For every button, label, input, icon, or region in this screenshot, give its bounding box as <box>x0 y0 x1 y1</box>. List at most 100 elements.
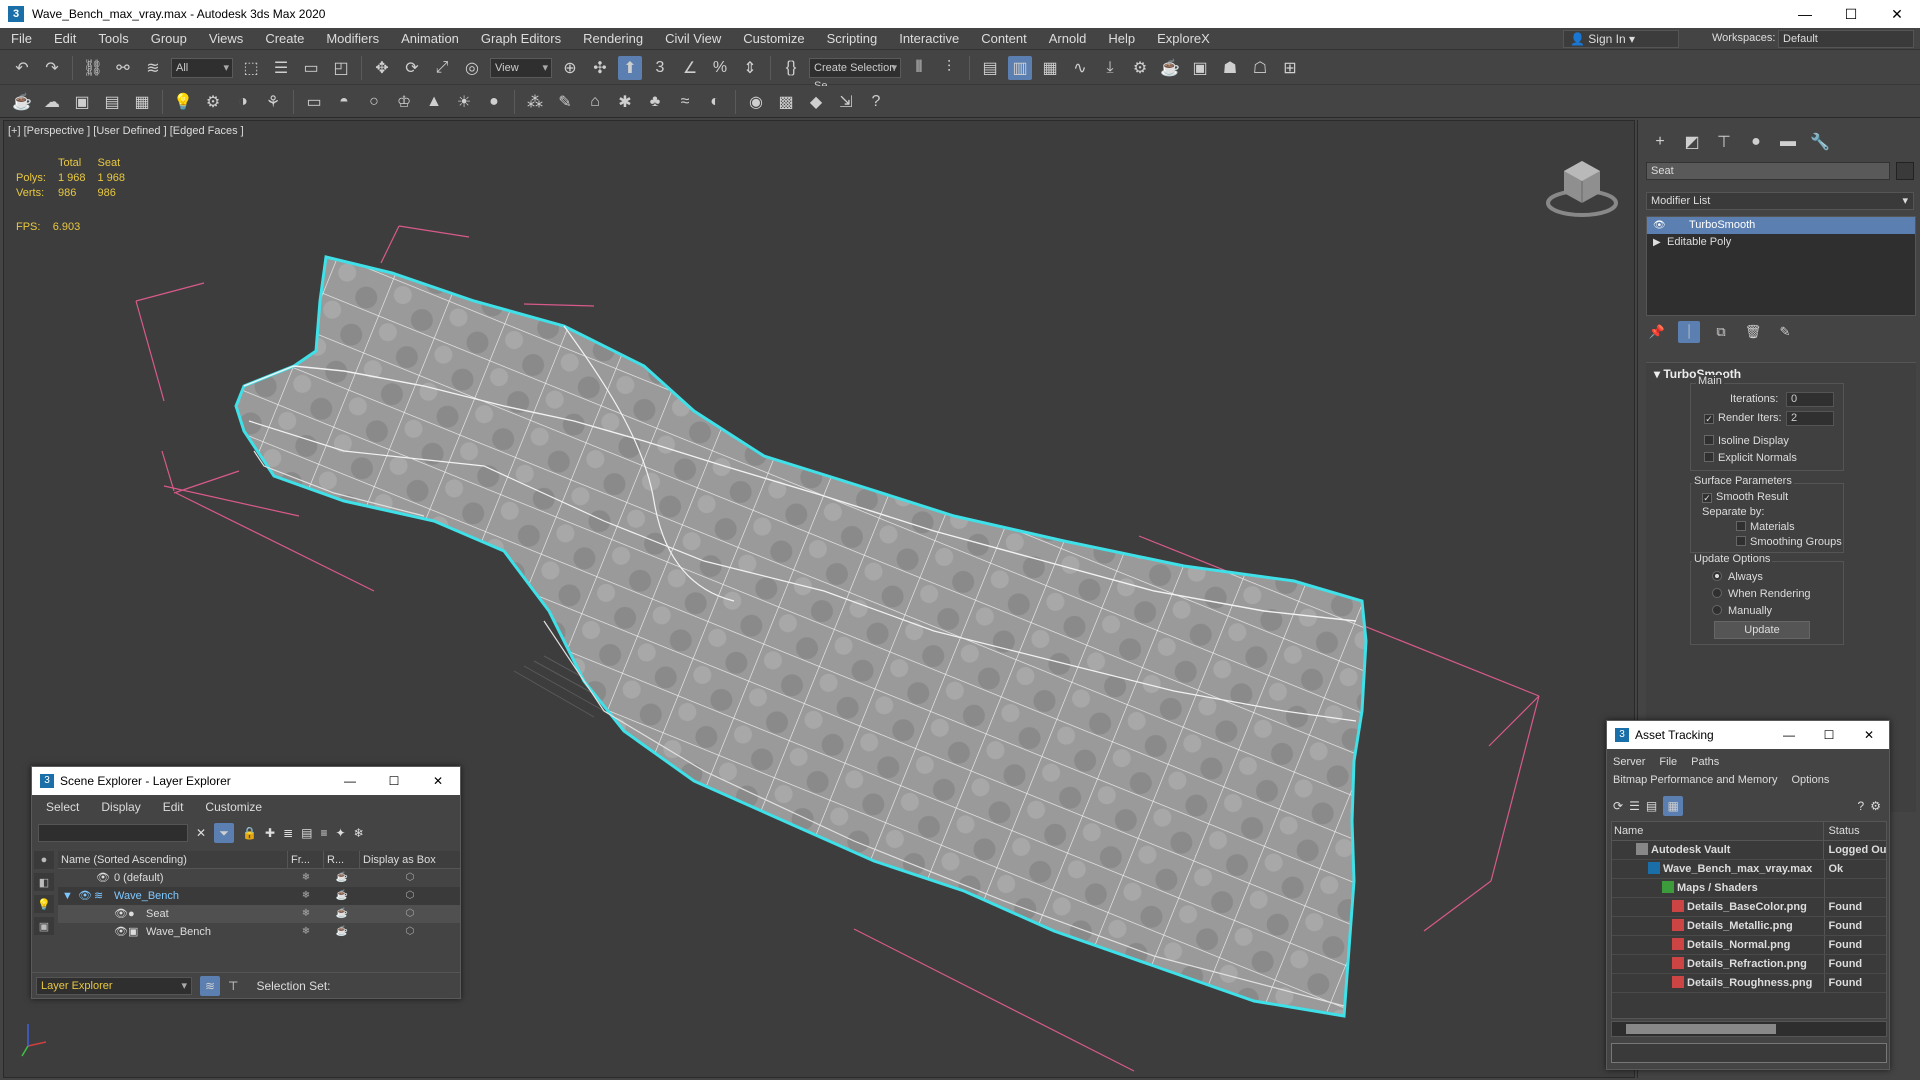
asset-row[interactable]: Details_Refraction.png Found <box>1612 955 1886 974</box>
scrollbar-thumb[interactable] <box>1626 1024 1776 1034</box>
reference-coordinate-dropdown[interactable]: View <box>490 57 552 78</box>
smooth-result-checkbox[interactable]: ✓ <box>1702 493 1712 503</box>
render-activeshade-icon[interactable]: ⊞ <box>1278 56 1302 80</box>
stack-item-editable-poly[interactable]: ▶ Editable Poly <box>1647 234 1915 251</box>
window-crossing-icon[interactable]: ◰ <box>329 56 353 80</box>
freeze-toggle-icon[interactable]: ❄ <box>288 869 324 887</box>
undo-icon[interactable]: ↶ <box>10 56 34 80</box>
configure-modifier-sets-icon[interactable]: ✎ <box>1774 321 1796 343</box>
iterations-spinner[interactable]: 0 <box>1786 392 1834 407</box>
percent-snap-icon[interactable]: % <box>708 56 732 80</box>
scene-explorer-titlebar[interactable]: 3 Scene Explorer - Layer Explorer — ☐ ✕ <box>32 767 460 795</box>
menu-explorex[interactable]: ExploreX <box>1146 28 1221 50</box>
explicit-normals-row[interactable]: Explicit Normals <box>1704 452 1797 464</box>
bind-space-warp-icon[interactable]: ≋ <box>141 56 165 80</box>
menu-animation[interactable]: Animation <box>390 28 470 50</box>
frame-buffer-icon[interactable]: ▣ <box>70 90 94 114</box>
col-frozen[interactable]: Fr... <box>288 851 324 868</box>
keyboard-shortcut-override-icon[interactable]: ⬆ <box>618 55 642 80</box>
select-object-icon[interactable]: ⬚ <box>239 56 263 80</box>
box-toggle-icon[interactable]: ⬡ <box>360 923 460 941</box>
rotate-icon[interactable]: ⟳ <box>400 56 424 80</box>
menu-arnold[interactable]: Arnold <box>1038 28 1098 50</box>
dome-light-icon[interactable]: ◓ <box>332 90 356 114</box>
freeze-icon[interactable]: ❄ <box>354 826 364 840</box>
sky-icon[interactable]: ● <box>482 90 506 114</box>
explorer-type-dropdown[interactable]: Layer Explorer <box>36 976 192 995</box>
display-options-icon[interactable]: ● <box>34 851 54 869</box>
schematic-view-icon[interactable]: ⤓ <box>1098 56 1122 80</box>
ies-light-icon[interactable]: ◑ <box>231 90 255 114</box>
scatter-icon[interactable]: ⌂ <box>583 90 607 114</box>
menu-content[interactable]: Content <box>970 28 1038 50</box>
menu-interactive[interactable]: Interactive <box>888 28 970 50</box>
collapse-arrow-icon[interactable]: ▼ <box>62 887 73 905</box>
layer-explorer-icon[interactable]: ▥ <box>1008 55 1032 80</box>
vray-light-icon[interactable]: ⚙ <box>201 90 225 114</box>
layer-row[interactable]: ▼ 👁 ≋ Wave_Bench ❄ ☕ ⬡ <box>58 887 460 905</box>
lock-icon[interactable]: 🔒 <box>242 826 257 840</box>
rollout-title[interactable]: ▾ TurboSmooth <box>1646 363 1916 381</box>
export-icon[interactable]: ⇲ <box>834 90 858 114</box>
menu-views[interactable]: Views <box>198 28 254 50</box>
isoline-display-row[interactable]: Isoline Display <box>1704 435 1789 447</box>
layers-mode-icon[interactable]: ≋ <box>200 975 220 996</box>
menu-scripting[interactable]: Scripting <box>816 28 889 50</box>
menu-civil-view[interactable]: Civil View <box>654 28 732 50</box>
expand-arrow-icon[interactable]: ▶ <box>1653 234 1661 251</box>
isoline-display-checkbox[interactable] <box>1704 435 1714 445</box>
menu-rendering[interactable]: Rendering <box>572 28 654 50</box>
layer-row[interactable]: 👁 0 (default) ❄ ☕ ⬡ <box>58 869 460 887</box>
render-toggle-icon[interactable]: ☕ <box>324 905 360 923</box>
rectangular-selection-icon[interactable]: ▭ <box>299 56 323 80</box>
utilities-tab-icon[interactable]: 🔧 <box>1808 130 1832 154</box>
sign-in-dropdown[interactable]: 👤 Sign In ▾ <box>1563 30 1679 48</box>
menu-edit[interactable]: Edit <box>43 28 87 50</box>
manually-row[interactable]: Manually <box>1712 605 1772 617</box>
redo-icon[interactable]: ↷ <box>40 56 64 80</box>
image-viewer-icon[interactable]: ▩ <box>774 90 798 114</box>
asset-row[interactable]: Autodesk Vault Logged Ou <box>1612 841 1886 860</box>
asset-table-scrollbar[interactable] <box>1611 1021 1887 1037</box>
asset-row[interactable]: Details_Normal.png Found <box>1612 936 1886 955</box>
scale-icon[interactable]: ⤢ <box>430 56 454 80</box>
hierarchy-mode-icon[interactable]: ⊤ <box>228 979 238 993</box>
freeze-toggle-icon[interactable]: ❄ <box>288 887 324 905</box>
render-setup-icon[interactable]: ☕ <box>1158 56 1182 80</box>
object-color-swatch[interactable] <box>1896 162 1914 180</box>
eye-icon[interactable]: 👁 <box>114 905 128 923</box>
decal-icon[interactable]: ✎ <box>553 90 577 114</box>
asset-row[interactable]: Maps / Shaders <box>1612 879 1886 898</box>
named-selection-dropdown[interactable]: Create Selection Se <box>809 57 901 92</box>
fur-icon[interactable]: ✱ <box>613 90 637 114</box>
make-unique-icon[interactable]: ⧉ <box>1710 321 1732 343</box>
scene-explorer-maximize-button[interactable]: ☐ <box>372 767 416 795</box>
add-to-layer-icon[interactable]: ≣ <box>283 826 293 840</box>
render-iters-checkbox[interactable]: ✓ <box>1704 414 1714 424</box>
toggle-ribbon-icon[interactable]: ▦ <box>1038 56 1062 80</box>
sphere-icon[interactable]: ◉ <box>744 90 768 114</box>
render-toggle-icon[interactable]: ☕ <box>324 923 360 941</box>
display-tab-icon[interactable]: ▬ <box>1776 130 1800 154</box>
vault-settings-icon[interactable]: ⚙ <box>1870 799 1881 813</box>
hair-icon[interactable]: ≈ <box>673 90 697 114</box>
render-toggle-icon[interactable]: ☕ <box>324 887 360 905</box>
filter-icon[interactable]: ⏷ <box>214 823 235 843</box>
show-end-result-icon[interactable]: ⏐ <box>1678 321 1700 343</box>
angle-snap-icon[interactable]: ∠ <box>678 56 702 80</box>
render-production-icon[interactable]: ☗ <box>1218 56 1242 80</box>
stack-item-turbosmooth[interactable]: 👁 TurboSmooth <box>1647 217 1915 234</box>
menu-tools[interactable]: Tools <box>87 28 139 50</box>
box-toggle-icon[interactable]: ⬡ <box>360 905 460 923</box>
layer-view-icon[interactable]: ◧ <box>34 873 54 891</box>
materials-checkbox[interactable] <box>1736 521 1746 531</box>
minimize-button[interactable]: — <box>1782 0 1828 28</box>
always-radio[interactable] <box>1712 571 1722 581</box>
link-icon[interactable]: ⛓ <box>81 56 105 80</box>
motion-tab-icon[interactable]: ● <box>1744 130 1768 154</box>
col-name[interactable]: Name <box>1612 822 1825 840</box>
vray-logo-icon[interactable]: ◆ <box>804 90 828 114</box>
se-menu-customize[interactable]: Customize <box>205 800 262 814</box>
se-menu-display[interactable]: Display <box>101 800 140 814</box>
refresh-icon[interactable]: ⟳ <box>1613 799 1623 813</box>
